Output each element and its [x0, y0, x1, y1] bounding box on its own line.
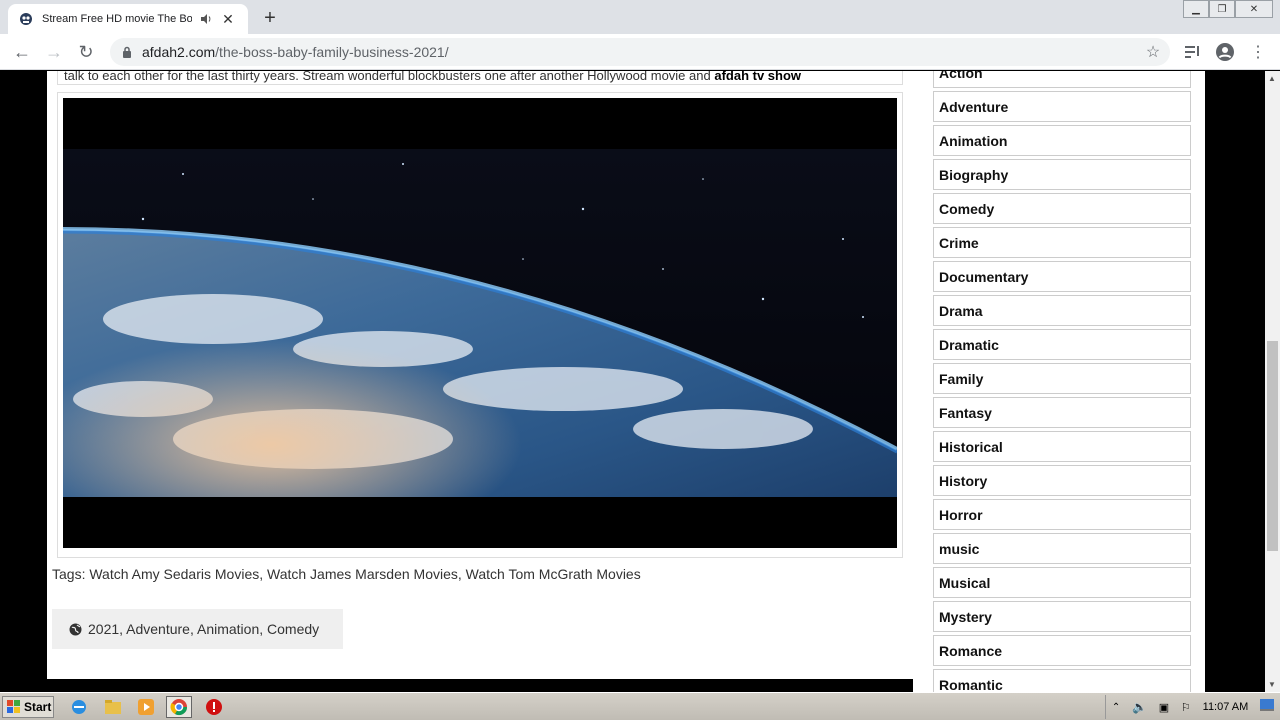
- window-close-button[interactable]: ✕: [1235, 0, 1273, 18]
- earth-from-space-image: [63, 149, 897, 497]
- genre-sidebar: Action Adventure Animation Biography Comedy C…: [933, 71, 1191, 692]
- lock-icon[interactable]: [120, 45, 134, 59]
- browser-toolbar: ← → ↻ afdah2.com/the-boss-baby-family-bu…: [0, 34, 1280, 70]
- genre-link[interactable]: Biography: [933, 159, 1191, 190]
- genre-link[interactable]: Horror: [933, 499, 1191, 530]
- genre-link[interactable]: Historical: [933, 431, 1191, 462]
- address-bar[interactable]: afdah2.com/the-boss-baby-family-business…: [110, 38, 1170, 66]
- video-player[interactable]: [63, 98, 897, 548]
- internet-explorer-icon[interactable]: [66, 696, 92, 718]
- site-favicon-icon: [18, 11, 34, 27]
- genre-link[interactable]: Musical: [933, 567, 1191, 598]
- chrome-taskbar-icon[interactable]: [166, 696, 192, 718]
- tab-strip: Stream Free HD movie The Boss ✕ + ▁ ❐ ✕: [0, 0, 1280, 34]
- genre-link[interactable]: Drama: [933, 295, 1191, 326]
- profile-avatar-icon[interactable]: [1215, 42, 1235, 62]
- menu-kebab-icon[interactable]: ⋮: [1248, 42, 1268, 62]
- network-icon[interactable]: ▣: [1159, 701, 1169, 714]
- anyrun-watermark: ANY RUN: [1038, 683, 1261, 692]
- tags-prefix: Tags:: [52, 566, 90, 582]
- warning-app-icon[interactable]: [201, 696, 227, 718]
- windows-flag-icon: [7, 700, 20, 713]
- tag-link[interactable]: Watch James Marsden Movies: [267, 566, 458, 582]
- genre-link[interactable]: Crime: [933, 227, 1191, 258]
- media-control-icon[interactable]: [1183, 42, 1203, 62]
- tag-link[interactable]: Watch Amy Sedaris Movies: [89, 566, 259, 582]
- minimize-button[interactable]: ▁: [1183, 0, 1209, 18]
- genre-link[interactable]: Romance: [933, 635, 1191, 666]
- genre-link[interactable]: Family: [933, 363, 1191, 394]
- forward-arrow-icon[interactable]: →: [42, 40, 66, 64]
- genre-link[interactable]: History: [933, 465, 1191, 496]
- show-desktop-icon[interactable]: [1260, 698, 1275, 716]
- restore-button[interactable]: ❐: [1209, 0, 1235, 18]
- page-content: talk to each other for the last thirty y…: [47, 71, 1205, 692]
- article-bold-link[interactable]: afdah tv show: [714, 71, 801, 83]
- new-tab-button[interactable]: +: [258, 6, 282, 30]
- genre-link[interactable]: Action: [933, 71, 1191, 88]
- video-player-frame: [57, 92, 903, 558]
- tags-line: Tags: Watch Amy Sedaris Movies, Watch Ja…: [52, 566, 641, 582]
- start-label: Start: [24, 700, 52, 714]
- volume-icon[interactable]: 🔈: [1132, 700, 1147, 714]
- scroll-up-arrow-icon[interactable]: ▲: [1268, 74, 1276, 83]
- genre-link[interactable]: Mystery: [933, 601, 1191, 632]
- page-viewport: talk to each other for the last thirty y…: [0, 71, 1280, 692]
- genre-link[interactable]: Dramatic: [933, 329, 1191, 360]
- genre-link[interactable]: Comedy: [933, 193, 1191, 224]
- genre-link[interactable]: music: [933, 533, 1191, 564]
- flag-notification-icon[interactable]: ⚐: [1181, 701, 1191, 714]
- taskbar-clock[interactable]: 11:07 AM: [1203, 701, 1249, 713]
- genre-link[interactable]: Animation: [933, 125, 1191, 156]
- category-box: 2021, Adventure, Animation, Comedy: [52, 609, 343, 649]
- genre-link[interactable]: Documentary: [933, 261, 1191, 292]
- media-player-icon[interactable]: [133, 696, 159, 718]
- globe-icon: [69, 623, 82, 636]
- bookmark-star-icon[interactable]: ☆: [1144, 43, 1162, 61]
- speaker-icon[interactable]: [198, 11, 214, 27]
- tag-separator: ,: [457, 566, 466, 582]
- genre-link[interactable]: Fantasy: [933, 397, 1191, 428]
- url-domain: afdah2.com: [142, 44, 216, 60]
- back-arrow-icon[interactable]: ←: [10, 40, 34, 64]
- start-button[interactable]: Start: [2, 696, 54, 718]
- tag-link[interactable]: Watch Tom McGrath Movies: [466, 566, 641, 582]
- genre-link[interactable]: Adventure: [933, 91, 1191, 122]
- tray-expand-icon[interactable]: ⌃: [1112, 702, 1120, 713]
- scrollbar-thumb[interactable]: [1267, 341, 1278, 551]
- browser-tab[interactable]: Stream Free HD movie The Boss ✕: [8, 4, 248, 34]
- article-text: talk to each other for the last thirty y…: [64, 71, 715, 83]
- category-links[interactable]: 2021, Adventure, Animation, Comedy: [88, 621, 319, 637]
- file-explorer-icon[interactable]: [100, 696, 126, 718]
- tab-title: Stream Free HD movie The Boss: [42, 13, 192, 25]
- footer-band: [47, 679, 913, 692]
- windows-taskbar: Start ⌃ 🔈 ▣ ⚐ 11:07 AM: [0, 692, 1280, 720]
- tag-separator: ,: [259, 566, 268, 582]
- reload-icon[interactable]: ↻: [74, 40, 98, 64]
- tab-close-icon[interactable]: ✕: [220, 11, 236, 27]
- scroll-down-arrow-icon[interactable]: ▼: [1268, 680, 1276, 689]
- system-tray: ⌃ 🔈 ▣ ⚐ 11:07 AM: [1105, 695, 1280, 719]
- url-path: /the-boss-baby-family-business-2021/: [215, 44, 449, 60]
- url-text: afdah2.com/the-boss-baby-family-business…: [142, 44, 449, 60]
- article-text-box: talk to each other for the last thirty y…: [57, 71, 903, 85]
- page-scrollbar[interactable]: ▲ ▼: [1265, 71, 1280, 692]
